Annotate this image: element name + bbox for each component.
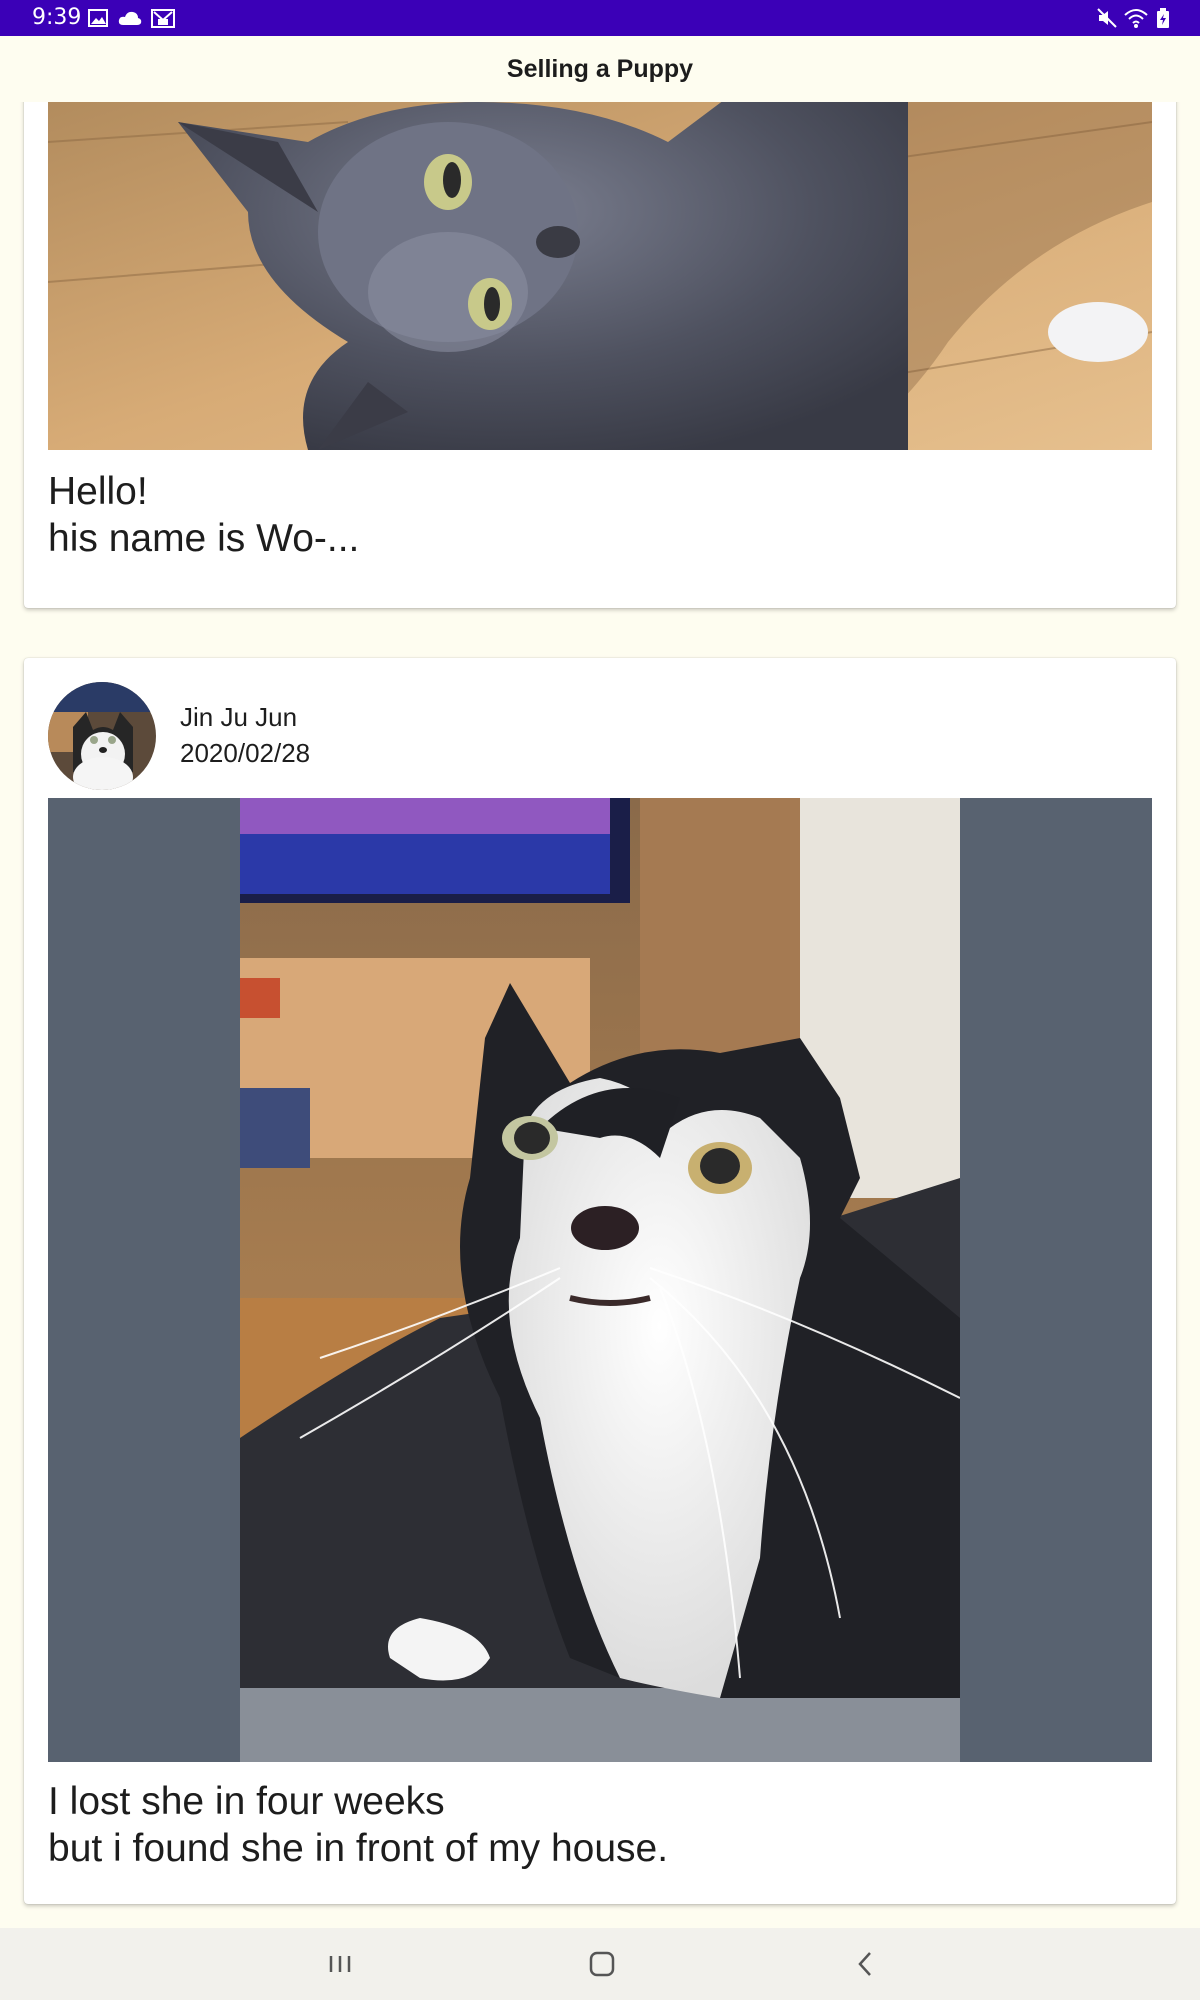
gray-cat-photo (48, 102, 1152, 450)
app-bar: Selling a Puppy (0, 36, 1200, 102)
post-caption: Hello! his name is Wo-... (48, 468, 1152, 562)
cloud-icon (118, 11, 142, 25)
home-icon[interactable] (580, 1942, 624, 1986)
post-card[interactable]: Jin Ju Jun 2020/02/28 I lost she in four… (24, 658, 1176, 1904)
caption-line: but i found she in front of my house. (48, 1827, 669, 1870)
gmail-icon (151, 9, 175, 28)
post-date: 2020/02/28 (180, 738, 311, 768)
caption-line: I lost she in four weeks (48, 1780, 445, 1823)
battery-icon (1157, 8, 1169, 28)
mute-icon (1097, 8, 1117, 28)
wifi-icon (1124, 9, 1148, 28)
back-icon[interactable] (843, 1942, 887, 1986)
post-feed[interactable]: Hello! his name is Wo-... Jin Ju Jun 202… (0, 102, 1200, 1928)
post-image[interactable] (48, 102, 1152, 450)
image-icon (88, 9, 108, 27)
post-caption: I lost she in four weeks but i found she… (48, 1778, 1152, 1872)
post-image[interactable] (48, 798, 1152, 1762)
avatar[interactable] (48, 682, 156, 790)
avatar-cat-photo (48, 682, 156, 790)
caption-line: Hello! (48, 470, 148, 513)
post-card[interactable]: Hello! his name is Wo-... (24, 102, 1176, 608)
status-bar: 9:39 (0, 0, 1200, 36)
caption-line: his name is Wo-... (48, 517, 360, 560)
tuxedo-cat-photo (240, 798, 960, 1762)
recents-icon[interactable] (318, 1942, 362, 1986)
page-title: Selling a Puppy (506, 55, 694, 83)
status-time: 9:39 (32, 5, 82, 30)
navigation-bar (0, 1928, 1200, 2000)
author-name[interactable]: Jin Ju Jun (180, 702, 297, 733)
